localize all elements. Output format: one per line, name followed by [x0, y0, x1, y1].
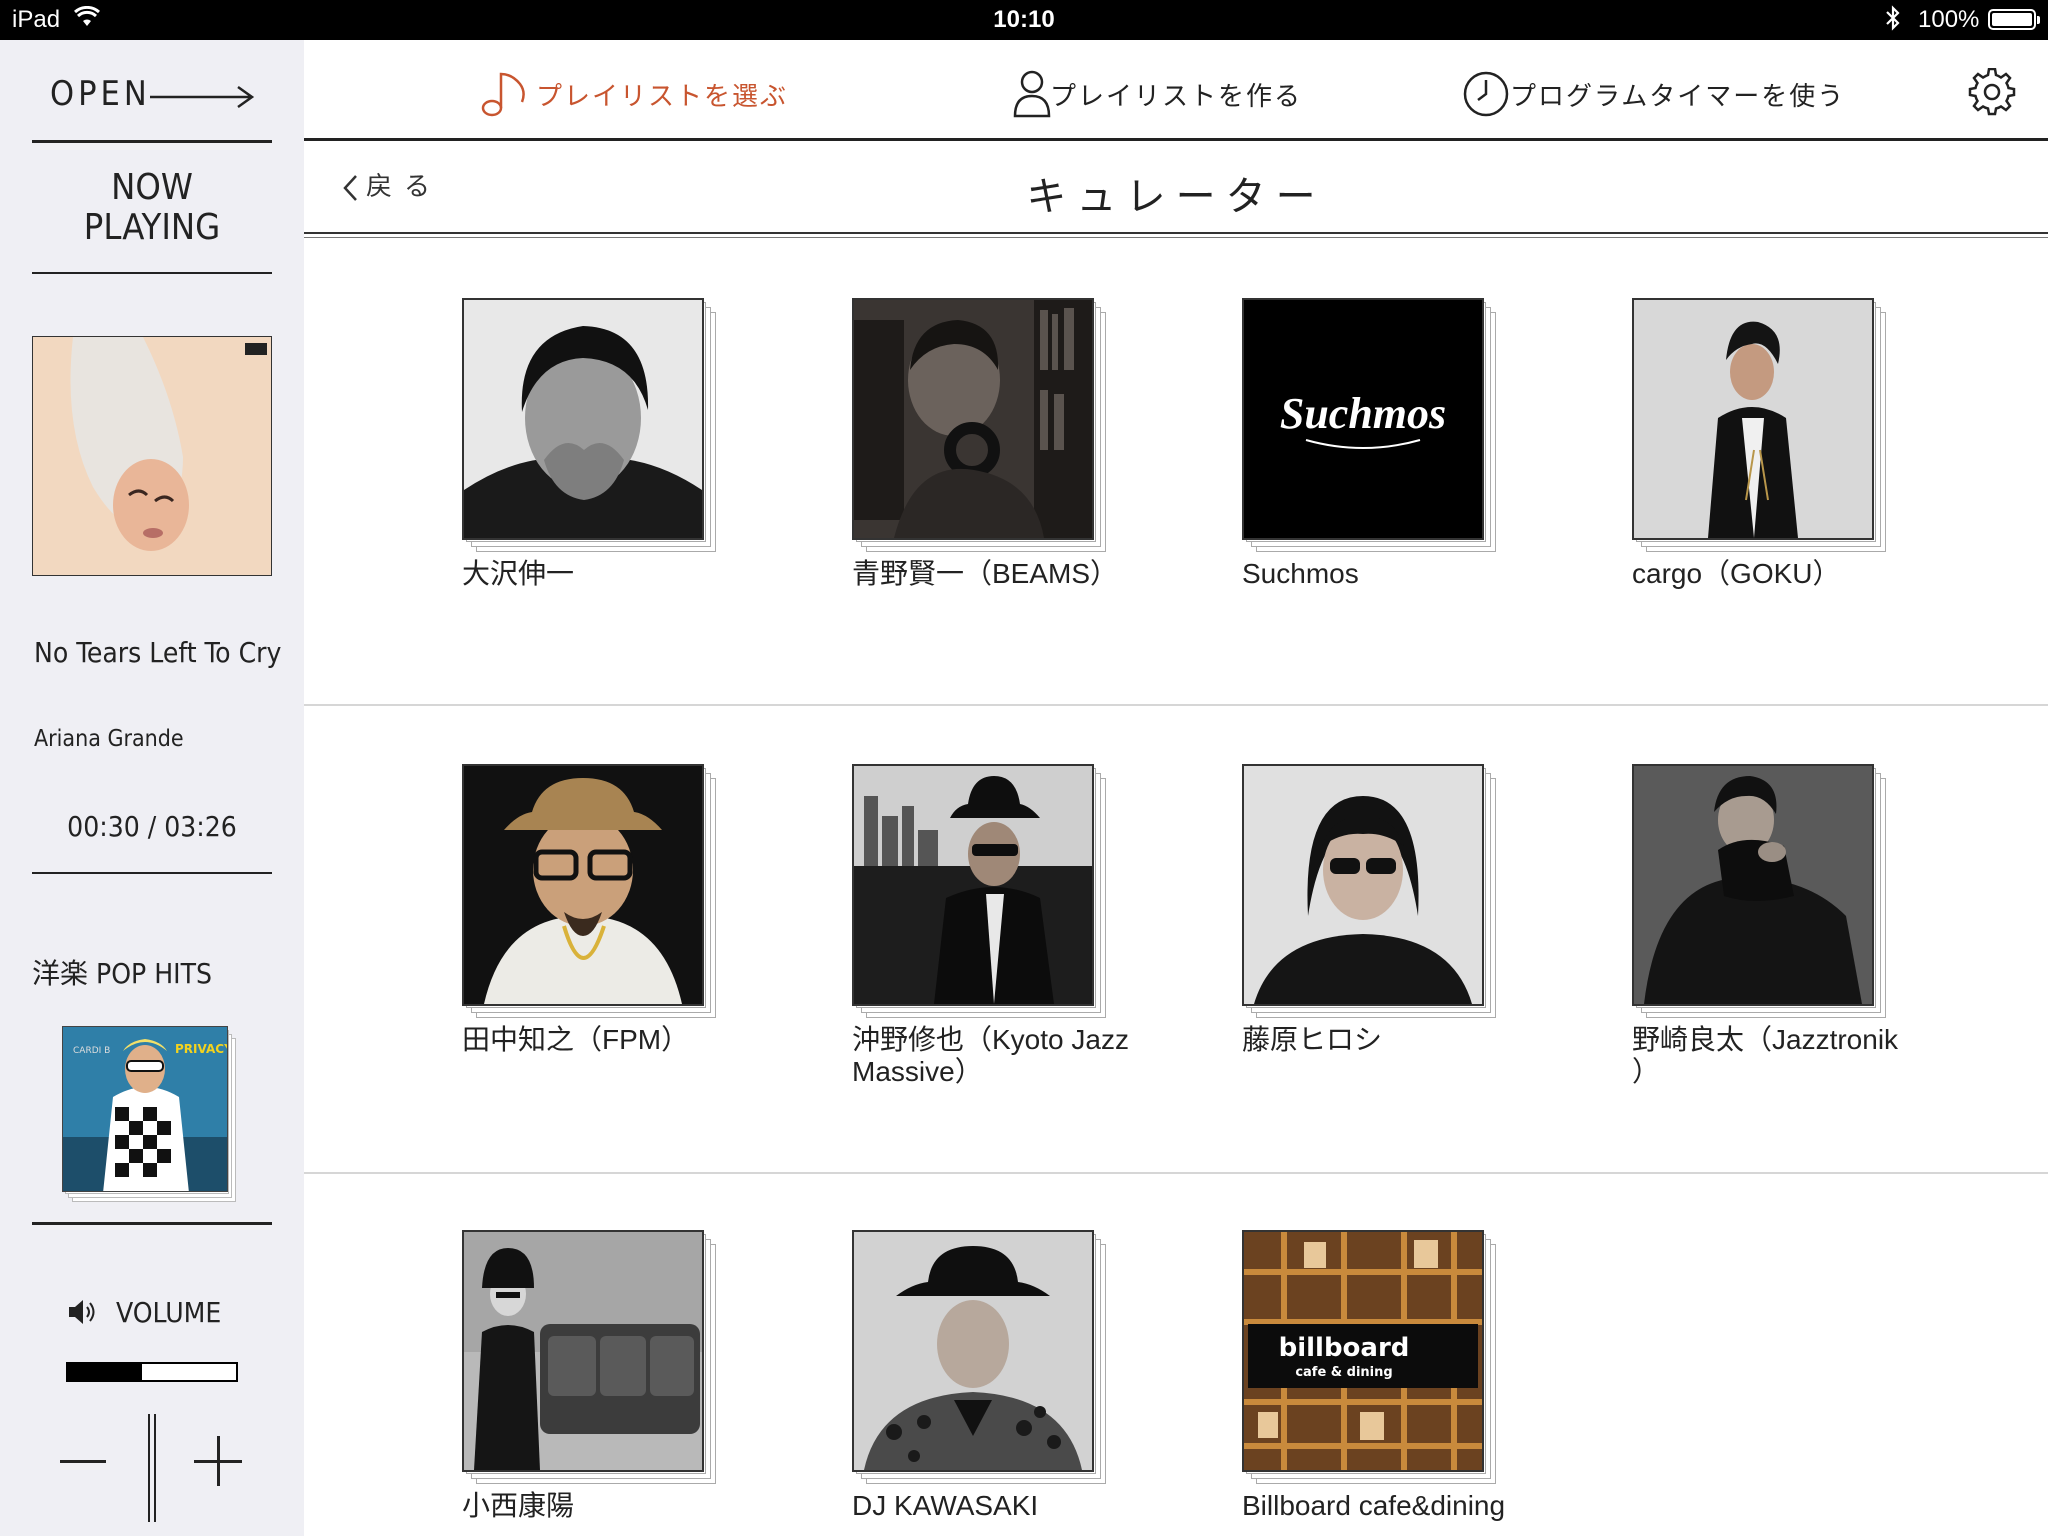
tab-make-playlist-label: プレイリストを作る — [1050, 82, 1303, 112]
curator-name: 大沢伸一 — [462, 558, 575, 589]
volume-divider — [148, 1414, 156, 1522]
curator-card[interactable]: DJ KAWASAKI — [852, 1230, 1152, 1522]
settings-gear-icon[interactable] — [1968, 67, 2016, 116]
track-title: No Tears Left To Cry — [34, 636, 282, 669]
billboard-logo-sub: cafe & dining — [1295, 1365, 1392, 1380]
sidebar: OPEN NOW PLAYING No Tears Left To Cry Ar… — [0, 40, 304, 1536]
curator-card[interactable]: Suchmos Suchmos — [1242, 298, 1542, 590]
tab-program-timer-label: プログラムタイマーを使う — [1510, 82, 1846, 112]
open-button[interactable]: OPEN — [32, 70, 272, 120]
volume-down-button[interactable] — [58, 1434, 110, 1490]
nav-divider — [304, 138, 2048, 141]
curator-photo — [462, 764, 704, 1006]
header-divider — [304, 232, 2048, 234]
open-label: OPEN — [50, 74, 151, 114]
billboard-logo: billboard — [1279, 1333, 1410, 1363]
curator-photo — [852, 298, 1094, 540]
curator-name: Billboard cafe&dining — [1242, 1490, 1506, 1521]
volume-bar-fill — [68, 1364, 142, 1380]
curator-name: DJ KAWASAKI — [852, 1490, 1039, 1521]
divider — [32, 1222, 272, 1225]
curator-photo — [462, 298, 704, 540]
playlist-cover: PRIVACY CARDI B — [62, 1026, 228, 1192]
curator-card[interactable]: 田中知之（FPM） — [462, 764, 762, 1056]
curator-card[interactable]: 藤原ヒロシ — [1242, 764, 1542, 1056]
divider — [32, 140, 272, 143]
tab-select-playlist-label: プレイリストを選ぶ — [536, 82, 789, 112]
row-divider — [304, 704, 2048, 706]
curator-photo — [462, 1230, 704, 1472]
row-divider — [304, 1172, 2048, 1174]
curator-name: 田中知之（FPM） — [462, 1024, 690, 1055]
curator-card[interactable]: billboard cafe & dining Billboard cafe&di… — [1242, 1230, 1542, 1522]
curator-photo — [1242, 764, 1484, 1006]
music-note-icon — [481, 72, 525, 117]
curator-name: 野崎良太（Jazztronik ） — [1632, 1024, 1899, 1087]
curator-photo — [852, 1230, 1094, 1472]
page-header: 戻る キュレーター — [304, 142, 2048, 238]
bluetooth-icon — [1884, 4, 1902, 39]
curator-name: Suchmos — [1242, 558, 1359, 589]
curator-card[interactable]: 沖野修也（Kyoto Jazz Massive） — [852, 764, 1152, 1088]
track-artist: Ariana Grande — [34, 726, 184, 752]
curator-grid: 大沢伸一 青野賢一（BEAMS） Suchmos Suchmos cargo（G… — [304, 240, 2048, 1536]
svg-text:CARDI B: CARDI B — [73, 1046, 110, 1056]
battery-percent: 100% — [1918, 6, 1980, 33]
curator-card[interactable]: cargo（GOKU） — [1632, 298, 1932, 590]
svg-text:PRIVACY: PRIVACY — [175, 1042, 228, 1056]
battery-icon — [1988, 9, 2040, 30]
divider — [32, 872, 272, 874]
curator-card[interactable]: 小西康陽 — [462, 1230, 762, 1522]
curator-name: 青野賢一（BEAMS） — [852, 558, 1119, 589]
now-playing-album-art[interactable] — [32, 336, 272, 576]
status-time: 10:10 — [993, 6, 1055, 33]
speaker-icon — [66, 1296, 98, 1332]
curator-name: 藤原ヒロシ — [1242, 1024, 1383, 1055]
curator-photo: Suchmos — [1242, 298, 1484, 540]
curator-name: 小西康陽 — [462, 1490, 575, 1521]
now-playing-heading: NOW PLAYING — [83, 167, 221, 248]
curator-card[interactable]: 大沢伸一 — [462, 298, 762, 590]
curator-photo: billboard cafe & dining — [1242, 1230, 1484, 1472]
curator-card[interactable]: 青野賢一（BEAMS） — [852, 298, 1152, 590]
volume-label: VOLUME — [116, 1296, 222, 1329]
curator-photo — [1632, 764, 1874, 1006]
person-icon — [1013, 70, 1051, 118]
arrow-right-icon — [150, 85, 255, 109]
page-title: キュレーター — [1026, 174, 1326, 220]
current-playlist-name: 洋楽 POP HITS — [32, 957, 212, 990]
curator-name: 沖野修也（Kyoto Jazz Massive） — [852, 1024, 1129, 1087]
clock-icon — [1463, 71, 1509, 117]
current-playlist-thumbnail[interactable]: PRIVACY CARDI B — [62, 1026, 236, 1204]
curator-photo — [852, 764, 1094, 1006]
curator-photo — [1632, 298, 1874, 540]
divider — [32, 272, 272, 274]
suchmos-logo: Suchmos — [1280, 389, 1446, 438]
header-divider — [304, 237, 2048, 238]
curator-card[interactable]: 野崎良太（Jazztronik ） — [1632, 764, 1932, 1088]
volume-bar[interactable] — [66, 1362, 238, 1382]
status-bar: iPad 10:10 100% — [0, 0, 2048, 40]
volume-up-button[interactable] — [192, 1434, 248, 1490]
curator-name: cargo（GOKU） — [1632, 558, 1841, 589]
top-navigation: プレイリストを選ぶ プレイリストを作る プログラムタイマーを使う — [304, 40, 2048, 141]
track-time: 00:30 / 03:26 — [67, 810, 237, 843]
